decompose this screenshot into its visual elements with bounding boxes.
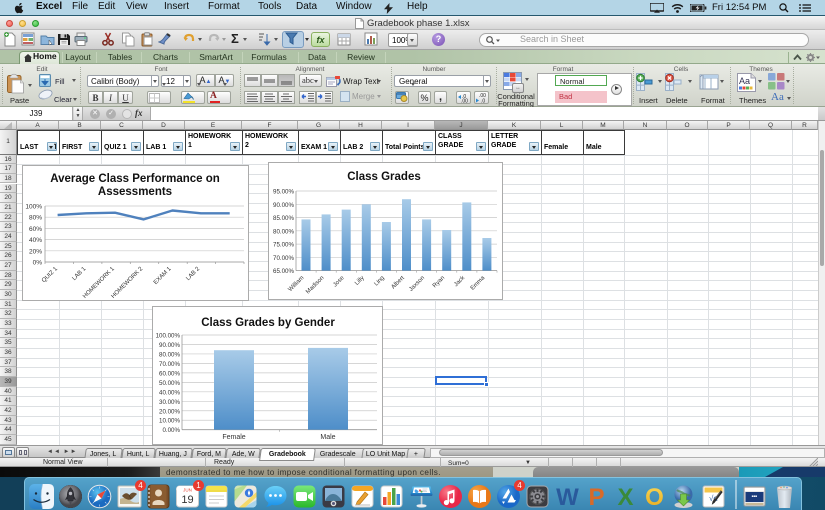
svg-text:50.00%: 50.00%	[159, 380, 180, 387]
svg-text:40.00%: 40.00%	[159, 389, 180, 396]
svg-text:80%: 80%	[29, 215, 42, 222]
svg-text:Class Grades: Class Grades	[347, 171, 421, 183]
svg-text:60%: 60%	[29, 226, 42, 233]
svg-text:.0: .0	[481, 98, 485, 103]
svg-text:W: W	[556, 484, 579, 509]
svg-text:Assessments: Assessments	[98, 186, 172, 198]
svg-text:Class Grades by Gender: Class Grades by Gender	[201, 317, 335, 329]
svg-text:O: O	[645, 484, 664, 509]
svg-text:90.00%: 90.00%	[159, 342, 180, 349]
svg-text:40%: 40%	[29, 237, 42, 244]
svg-text:Average Class Performance on: Average Class Performance on	[50, 173, 220, 185]
svg-text:0%: 0%	[33, 260, 43, 267]
svg-text:75.00%: 75.00%	[273, 242, 294, 249]
svg-text:80.00%: 80.00%	[273, 228, 294, 235]
svg-text:85.00%: 85.00%	[273, 215, 294, 222]
svg-text:95.00%: 95.00%	[273, 189, 294, 196]
svg-text:20.00%: 20.00%	[159, 408, 180, 415]
svg-text:10.00%: 10.00%	[159, 418, 180, 425]
svg-text:Female: Female	[222, 434, 245, 441]
svg-text:19: 19	[181, 494, 193, 506]
svg-text:30.00%: 30.00%	[159, 399, 180, 406]
svg-text:70.00%: 70.00%	[159, 361, 180, 368]
svg-text:Aa: Aa	[739, 76, 750, 86]
svg-text:P: P	[588, 484, 604, 509]
svg-text:20%: 20%	[29, 248, 42, 255]
svg-text:100.00%: 100.00%	[156, 333, 181, 340]
svg-text:60.00%: 60.00%	[159, 370, 180, 377]
svg-text:100%: 100%	[25, 204, 42, 211]
svg-text:0.00%: 0.00%	[162, 427, 180, 434]
svg-text:.00: .00	[461, 98, 468, 103]
svg-text:70.00%: 70.00%	[273, 255, 294, 262]
svg-text:65.00%: 65.00%	[273, 268, 294, 275]
svg-text:Male: Male	[320, 434, 335, 441]
svg-text:80.00%: 80.00%	[159, 351, 180, 358]
svg-text:90.00%: 90.00%	[273, 202, 294, 209]
svg-text:■■■: ■■■	[752, 494, 758, 498]
svg-text:JUN: JUN	[183, 488, 192, 493]
svg-text:X: X	[617, 484, 633, 509]
